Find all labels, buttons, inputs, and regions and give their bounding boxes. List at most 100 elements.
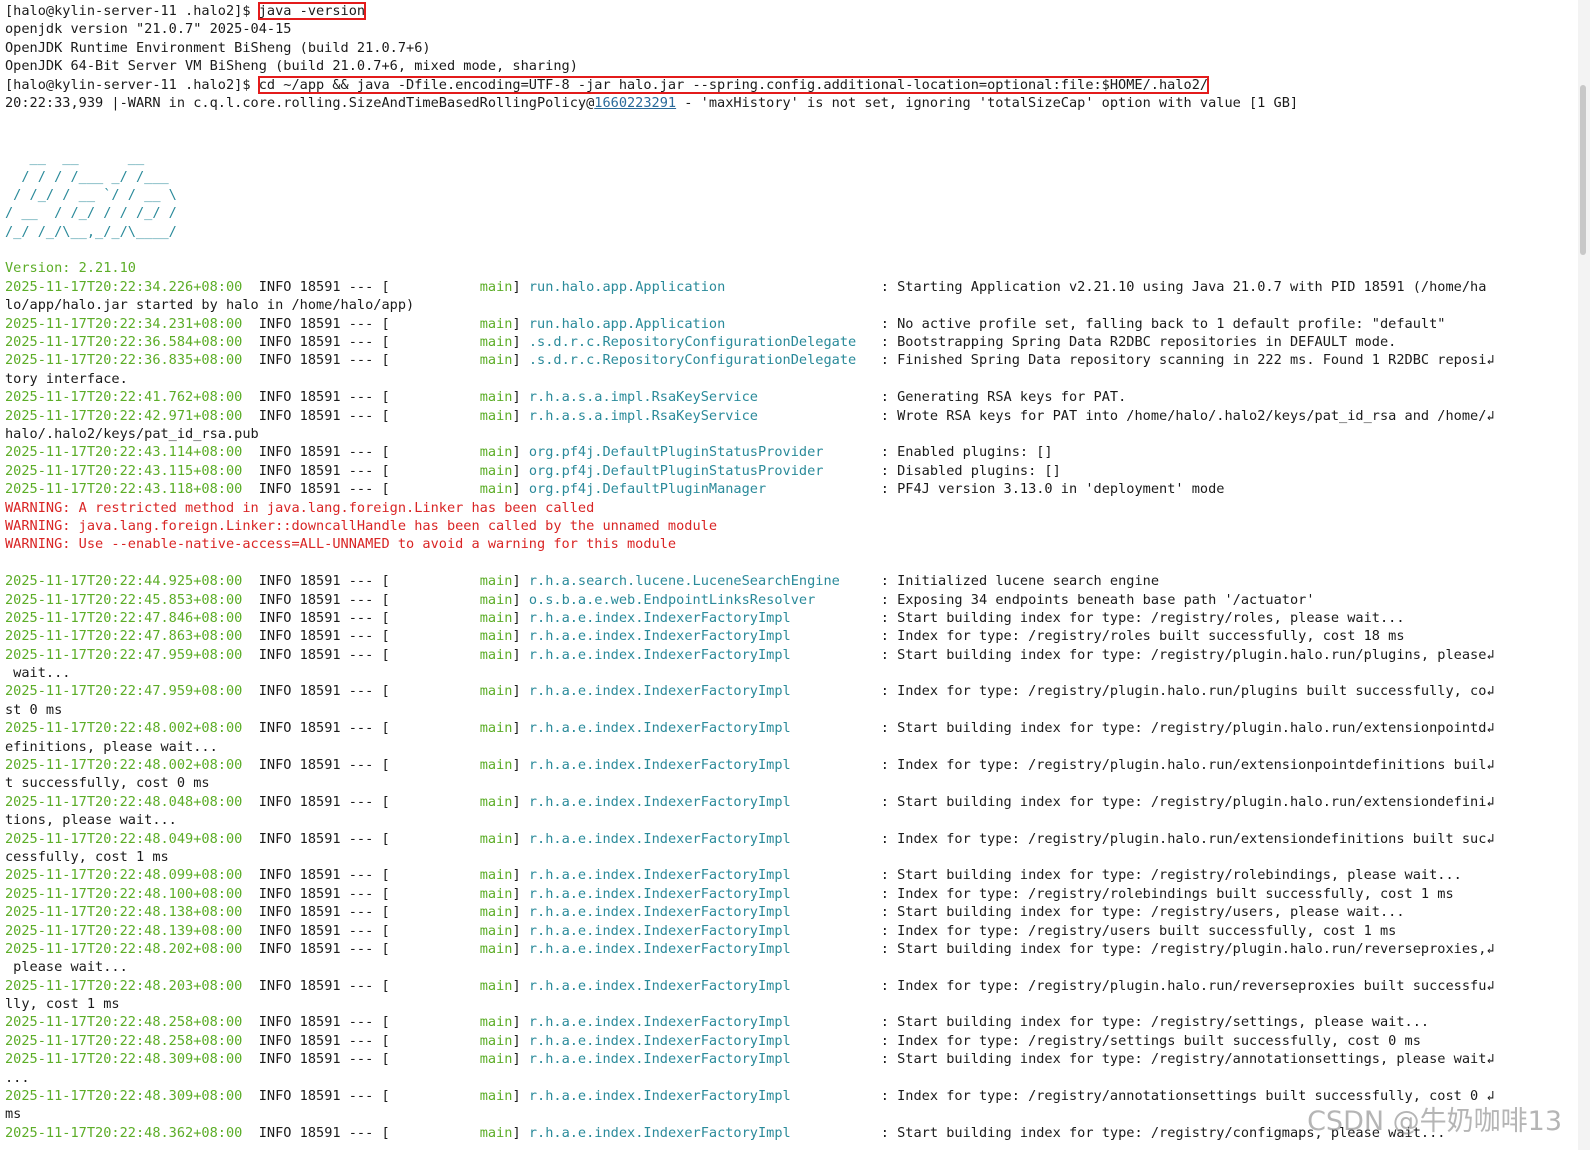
log-level-pid: INFO 18591 --- [ bbox=[258, 646, 390, 663]
logger-name: r.h.a.e.index.IndexerFactoryImpl bbox=[528, 922, 881, 939]
log-timestamp: 2025-11-17T20:22:36.584+08:00 bbox=[5, 334, 243, 351]
log-level-pid: INFO 18591 --- [ bbox=[258, 334, 390, 351]
banner-line: __ __ __ bbox=[5, 150, 145, 167]
scrollbar-thumb[interactable] bbox=[1580, 85, 1586, 255]
thread-name: main bbox=[479, 352, 513, 369]
prompt-line-1: [halo@kylin-server-11 .halo2]$ java -ver… bbox=[5, 2, 1560, 20]
log-timestamp: 2025-11-17T20:22:48.309+08:00 bbox=[5, 1051, 243, 1068]
log-message: : Start building index for type: /regist… bbox=[880, 1014, 1430, 1031]
version-output-1: openjdk version "21.0.7" 2025-04-15 bbox=[5, 21, 292, 38]
log-message: : Start building index for type: /regist… bbox=[880, 793, 1495, 810]
start-halo-command: cd ~/app && java -Dfile.encoding=UTF-8 -… bbox=[257, 75, 1210, 94]
log-level-pid: INFO 18591 --- [ bbox=[258, 1014, 390, 1031]
log-message: : Start building index for type: /regist… bbox=[880, 646, 1495, 663]
log-level-pid: INFO 18591 --- [ bbox=[258, 591, 390, 608]
log-timestamp: 2025-11-17T20:22:47.846+08:00 bbox=[5, 609, 243, 626]
logger-name: r.h.a.s.a.impl.RsaKeyService bbox=[528, 389, 881, 406]
log-line: 2025-11-17T20:22:34.231+08:00 INFO 18591… bbox=[5, 315, 1446, 332]
thread-name: main bbox=[479, 922, 513, 939]
log-level-pid: INFO 18591 --- [ bbox=[258, 885, 390, 902]
version-output-3: OpenJDK 64-Bit Server VM BiSheng (build … bbox=[5, 58, 578, 75]
log-level-pid: INFO 18591 --- [ bbox=[258, 481, 390, 498]
log-level-pid: INFO 18591 --- [ bbox=[258, 830, 390, 847]
continuation-line: please wait... bbox=[5, 959, 128, 976]
log-level-pid: INFO 18591 --- [ bbox=[258, 389, 390, 406]
log-line: 2025-11-17T20:22:34.226+08:00 INFO 18591… bbox=[5, 278, 1487, 295]
log-timestamp: 2025-11-17T20:22:44.925+08:00 bbox=[5, 573, 243, 590]
logger-name: r.h.a.e.index.IndexerFactoryImpl bbox=[528, 609, 881, 626]
thread-name: main bbox=[479, 462, 513, 479]
log-message: : Disabled plugins: [] bbox=[880, 462, 1061, 479]
log-line: 2025-11-17T20:22:48.203+08:00 INFO 18591… bbox=[5, 977, 1495, 994]
log-message: : Finished Spring Data repository scanni… bbox=[880, 352, 1495, 369]
warn-suffix: - 'maxHistory' is not set, ignoring 'tot… bbox=[676, 94, 1299, 111]
log-level-pid: INFO 18591 --- [ bbox=[258, 1124, 390, 1141]
log-line: 2025-11-17T20:22:48.002+08:00 INFO 18591… bbox=[5, 720, 1495, 737]
continuation-line: tory interface. bbox=[5, 370, 128, 387]
log-timestamp: 2025-11-17T20:22:43.115+08:00 bbox=[5, 462, 243, 479]
log-line: 2025-11-17T20:22:47.959+08:00 INFO 18591… bbox=[5, 646, 1495, 663]
log-level-pid: INFO 18591 --- [ bbox=[258, 444, 390, 461]
logger-name: r.h.a.e.index.IndexerFactoryImpl bbox=[528, 830, 881, 847]
thread-name: main bbox=[479, 757, 513, 774]
thread-name: main bbox=[479, 591, 513, 608]
logger-name: org.pf4j.DefaultPluginStatusProvider bbox=[528, 462, 881, 479]
thread-name: main bbox=[479, 444, 513, 461]
policy-id-link[interactable]: 1660223291 bbox=[594, 95, 676, 111]
thread-name: main bbox=[479, 278, 513, 295]
log-level-pid: INFO 18591 --- [ bbox=[258, 352, 390, 369]
log-message: : Start building index for type: /regist… bbox=[880, 904, 1405, 921]
log-timestamp: 2025-11-17T20:22:48.309+08:00 bbox=[5, 1088, 243, 1105]
terminal-output[interactable]: [halo@kylin-server-11 .halo2]$ java -ver… bbox=[5, 2, 1560, 1142]
log-timestamp: 2025-11-17T20:22:41.762+08:00 bbox=[5, 389, 243, 406]
warn-prefix: 20:22:33,939 |-WARN in c.q.l.core.rollin… bbox=[5, 94, 595, 111]
log-line: 2025-11-17T20:22:45.853+08:00 INFO 18591… bbox=[5, 591, 1315, 608]
log-message: : Start building index for type: /regist… bbox=[880, 609, 1405, 626]
logger-name: org.pf4j.DefaultPluginStatusProvider bbox=[528, 444, 881, 461]
log-timestamp: 2025-11-17T20:22:47.863+08:00 bbox=[5, 628, 243, 645]
log-level-pid: INFO 18591 --- [ bbox=[258, 462, 390, 479]
log-timestamp: 2025-11-17T20:22:48.002+08:00 bbox=[5, 720, 243, 737]
log-level-pid: INFO 18591 --- [ bbox=[258, 867, 390, 884]
logger-name: r.h.a.e.index.IndexerFactoryImpl bbox=[528, 1014, 881, 1031]
log-line: 2025-11-17T20:22:47.846+08:00 INFO 18591… bbox=[5, 609, 1405, 626]
thread-name: main bbox=[479, 389, 513, 406]
banner-line: / /_/ / __ `/ / __ \ bbox=[5, 186, 177, 203]
logger-name: r.h.a.e.index.IndexerFactoryImpl bbox=[528, 1032, 881, 1049]
log-line: 2025-11-17T20:22:43.114+08:00 INFO 18591… bbox=[5, 444, 1053, 461]
log-message: : PF4J version 3.13.0 in 'deployment' mo… bbox=[880, 481, 1225, 498]
log-timestamp: 2025-11-17T20:22:42.971+08:00 bbox=[5, 407, 243, 424]
continuation-line: t successfully, cost 0 ms bbox=[5, 775, 210, 792]
thread-name: main bbox=[479, 1088, 513, 1105]
log-message: : Start building index for type: /regist… bbox=[880, 940, 1495, 957]
logger-name: r.h.a.e.index.IndexerFactoryImpl bbox=[528, 885, 881, 902]
log-message: : Starting Application v2.21.10 using Ja… bbox=[880, 278, 1487, 295]
log-timestamp: 2025-11-17T20:22:48.139+08:00 bbox=[5, 922, 243, 939]
log-level-pid: INFO 18591 --- [ bbox=[258, 315, 390, 332]
logger-name: r.h.a.s.a.impl.RsaKeyService bbox=[528, 407, 881, 424]
log-message: : Index for type: /registry/roles built … bbox=[880, 628, 1405, 645]
log-line: 2025-11-17T20:22:36.835+08:00 INFO 18591… bbox=[5, 352, 1495, 369]
logback-warn-line: 20:22:33,939 |-WARN in c.q.l.core.rollin… bbox=[5, 94, 1560, 112]
continuation-line: lly, cost 1 ms bbox=[5, 996, 120, 1013]
thread-name: main bbox=[479, 885, 513, 902]
log-level-pid: INFO 18591 --- [ bbox=[258, 1051, 390, 1068]
log-timestamp: 2025-11-17T20:22:48.100+08:00 bbox=[5, 885, 243, 902]
log-level-pid: INFO 18591 --- [ bbox=[258, 940, 390, 957]
log-timestamp: 2025-11-17T20:22:36.835+08:00 bbox=[5, 352, 243, 369]
log-message: : Index for type: /registry/plugin.halo.… bbox=[880, 683, 1495, 700]
warning-line: WARNING: A restricted method in java.lan… bbox=[5, 499, 595, 516]
log-line: 2025-11-17T20:22:48.099+08:00 INFO 18591… bbox=[5, 867, 1462, 884]
log-line: 2025-11-17T20:22:48.139+08:00 INFO 18591… bbox=[5, 922, 1397, 939]
logger-name: .s.d.r.c.RepositoryConfigurationDelegate bbox=[528, 334, 881, 351]
log-message: : Index for type: /registry/rolebindings… bbox=[880, 885, 1454, 902]
log-message: : Wrote RSA keys for PAT into /home/halo… bbox=[880, 407, 1495, 424]
thread-name: main bbox=[479, 646, 513, 663]
log-level-pid: INFO 18591 --- [ bbox=[258, 757, 390, 774]
continuation-line bbox=[5, 554, 1560, 572]
logger-name: r.h.a.e.index.IndexerFactoryImpl bbox=[528, 904, 881, 921]
log-message: : Start building index for type: /regist… bbox=[880, 867, 1462, 884]
continuation-line: halo/.halo2/keys/pat_id_rsa.pub bbox=[5, 425, 259, 442]
logger-name: r.h.a.e.index.IndexerFactoryImpl bbox=[528, 1051, 881, 1068]
